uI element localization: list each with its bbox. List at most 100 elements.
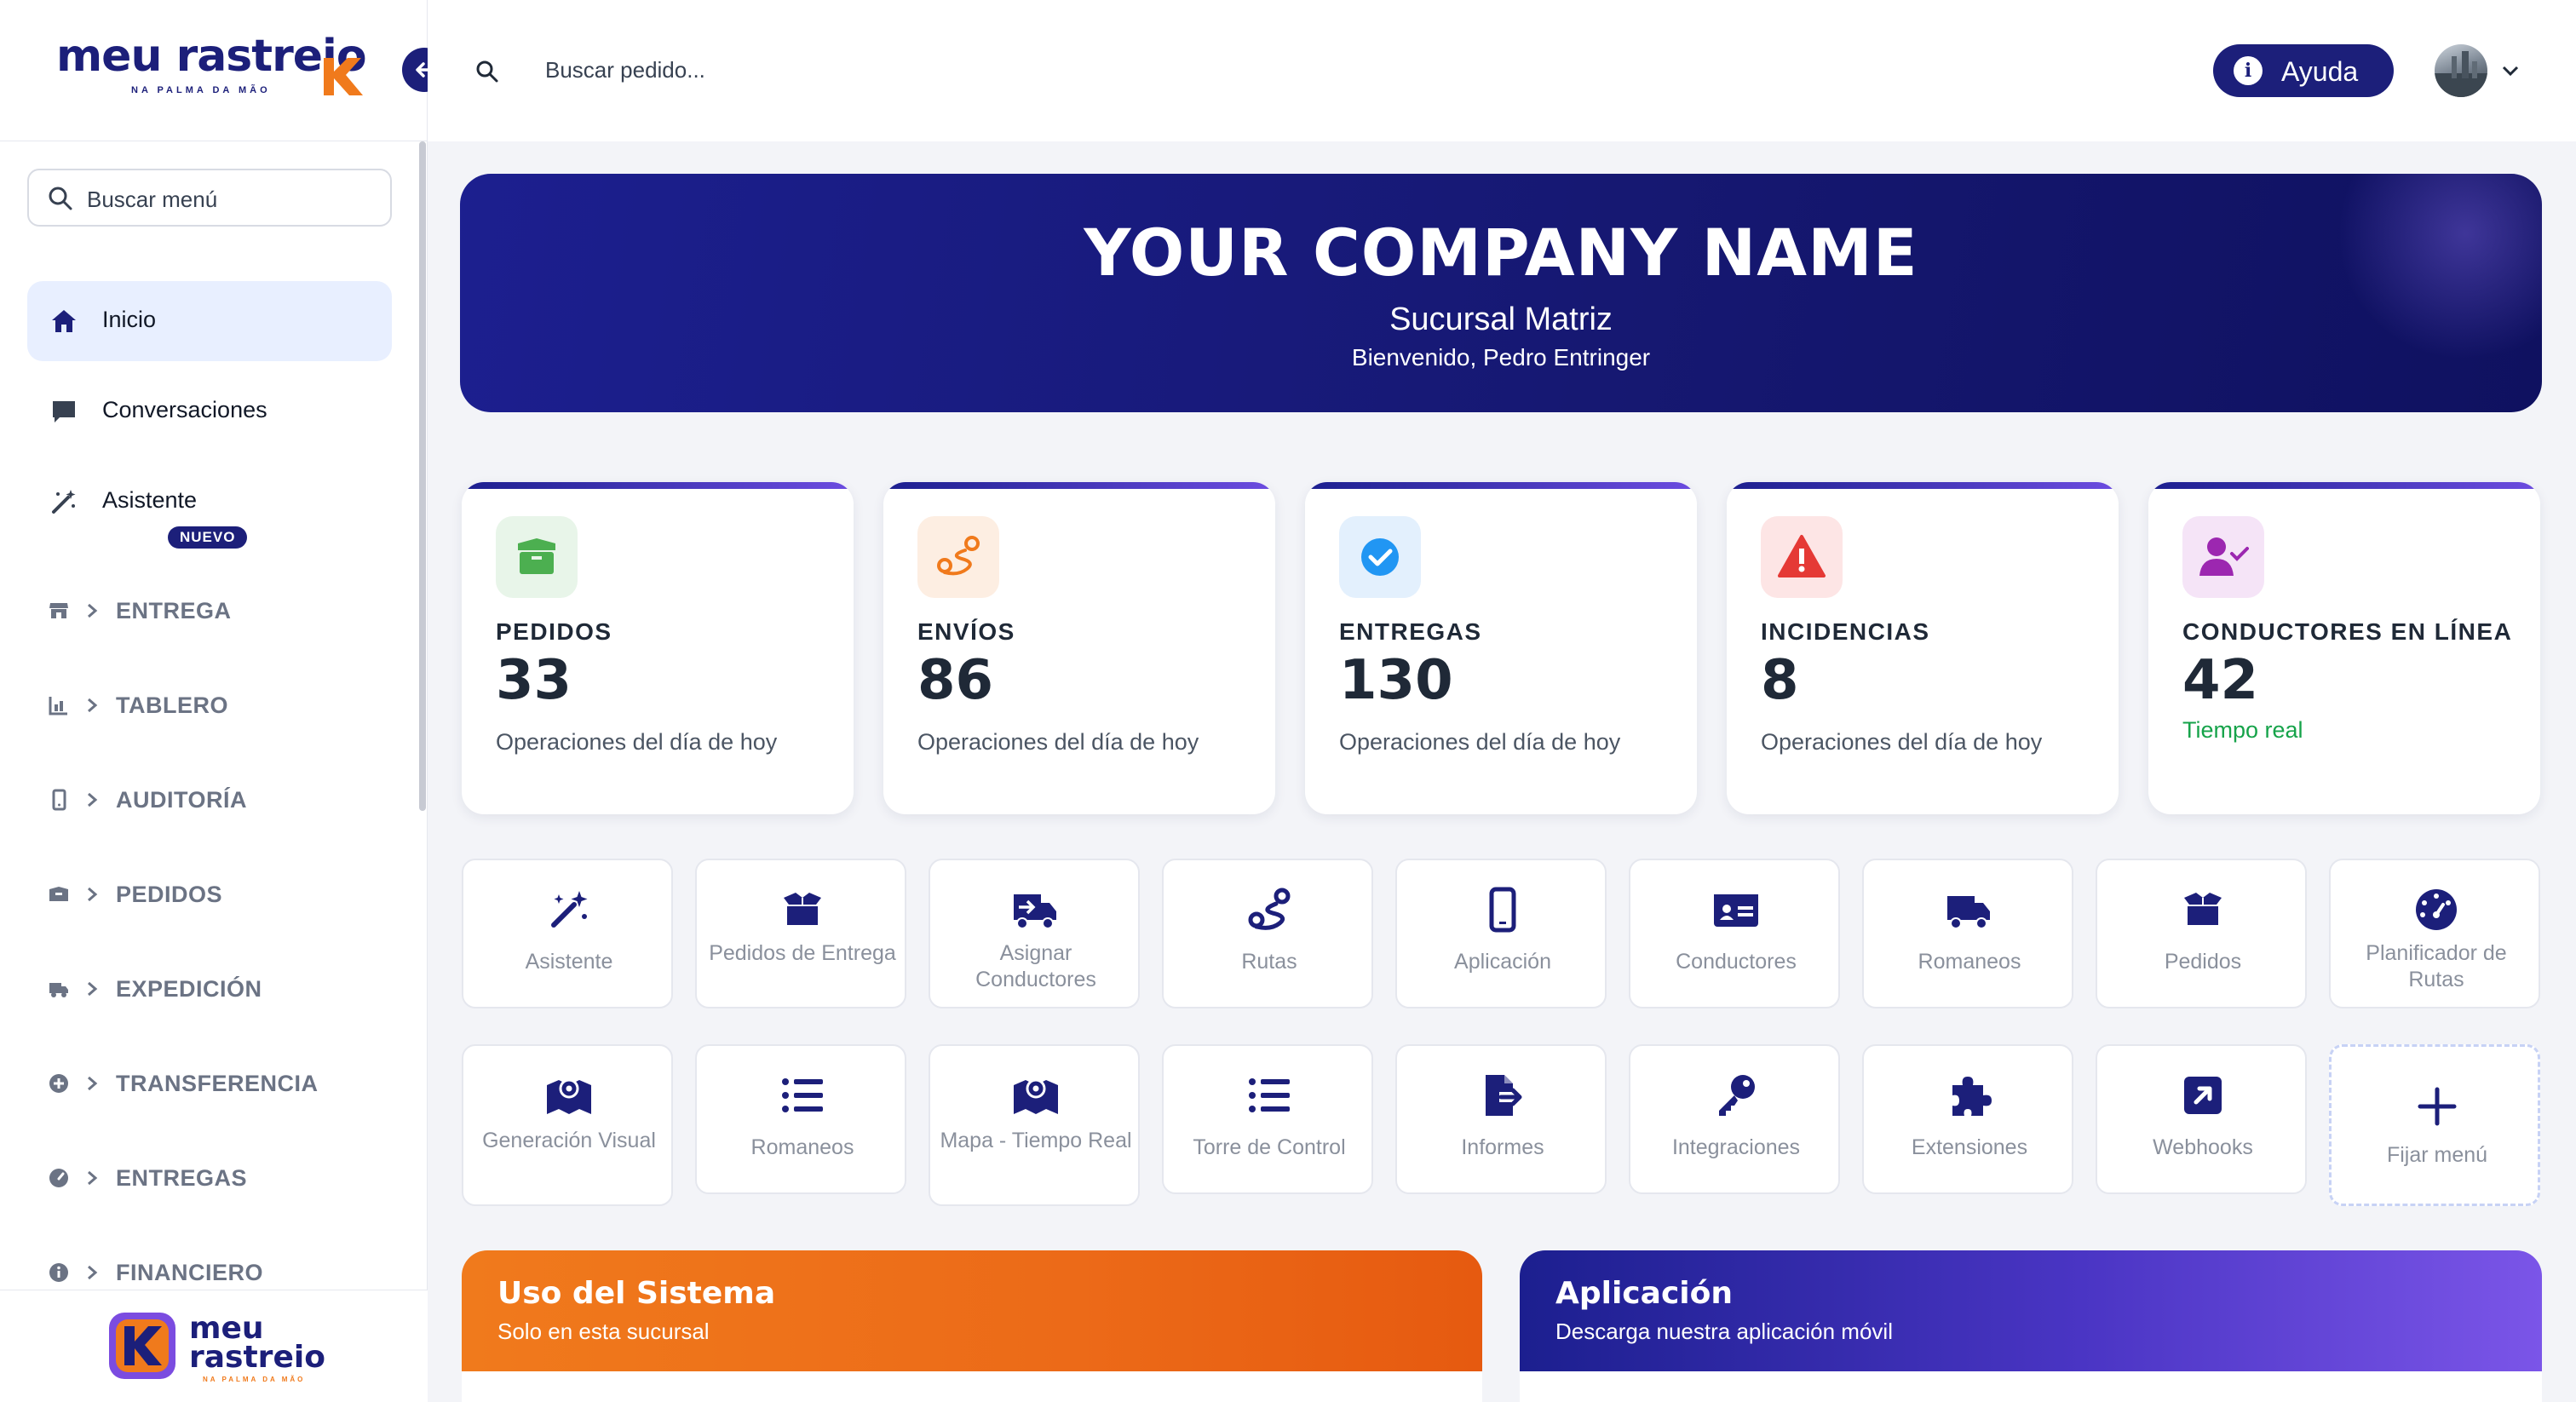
sidebar-section-label: ENTREGA <box>116 598 232 623</box>
chevron-right-icon <box>88 1265 98 1280</box>
shortcut-planificador-rutas[interactable]: Planificador de Rutas <box>2329 859 2540 1008</box>
stat-caption: Operaciones del día de hoy <box>496 729 778 755</box>
branch-name: Sucursal Matriz <box>1389 302 1613 337</box>
order-search-input[interactable] <box>545 51 1056 89</box>
shortcut-label: Informes <box>1461 1135 1544 1159</box>
user-avatar[interactable] <box>2435 44 2487 97</box>
shortcut-mapa-tiempo-real[interactable]: Mapa - Tiempo Real <box>929 1044 1140 1206</box>
shortcut-torre-control[interactable]: Torre de Control <box>1162 1044 1373 1194</box>
new-badge: NUEVO <box>168 526 248 549</box>
map-icon <box>1014 1078 1058 1114</box>
sidebar-section-label: AUDITORÍA <box>116 787 248 813</box>
chevron-right-icon <box>88 603 98 618</box>
menu-search-input[interactable] <box>87 181 377 218</box>
shortcut-label: Mapa - Tiempo Real <box>940 1129 1132 1152</box>
mobile-icon <box>52 789 66 811</box>
search-icon <box>49 187 72 210</box>
stat-card-envios[interactable]: ENVÍOS 86 Operaciones del día de hoy <box>883 482 1275 814</box>
shortcut-pedidos[interactable]: Pedidos <box>2096 859 2307 1008</box>
stat-value: 42 <box>2182 649 2259 712</box>
map-icon <box>547 1078 591 1114</box>
sidebar-section-auditoria[interactable]: AUDITORÍA <box>41 775 390 826</box>
shortcut-label: Asistente <box>525 950 613 974</box>
shortcut-label: Fijar menú <box>2386 1143 2488 1167</box>
app-download-panel: Aplicación Descarga nuestra aplicación m… <box>1520 1250 2542 1402</box>
search-icon <box>476 60 498 83</box>
sidebar-section-entregas[interactable]: ENTREGAS <box>41 1153 390 1204</box>
footer-tagline: NA PALMA DA MÃO <box>203 1376 306 1383</box>
chevron-right-icon <box>88 698 98 713</box>
chart-icon <box>49 697 67 715</box>
sidebar-section-label: TRANSFERENCIA <box>116 1071 319 1096</box>
stat-card-conductores[interactable]: CONDUCTORES EN LÍNEA 42 Tiempo real <box>2148 482 2540 814</box>
shortcut-label: Asignar Conductores <box>975 941 1096 991</box>
sidebar-section-label: ENTREGAS <box>116 1165 248 1191</box>
shortcut-romaneos[interactable]: Romaneos <box>1862 859 2073 1008</box>
open-box-icon <box>2184 893 2222 925</box>
shortcut-rutas[interactable]: Rutas <box>1162 859 1373 1008</box>
sidebar-section-expedicion[interactable]: EXPEDICIÓN <box>41 964 390 1015</box>
magic-wand-icon <box>551 891 588 928</box>
panel-title: Aplicación <box>1555 1276 1733 1311</box>
truck-icon <box>49 983 68 997</box>
panel-title: Uso del Sistema <box>497 1276 776 1311</box>
sidebar-section-label: TABLERO <box>116 692 228 718</box>
warning-icon <box>1778 535 1826 577</box>
stat-value: 86 <box>917 649 994 712</box>
shortcut-asistente[interactable]: Asistente <box>462 859 673 1008</box>
sidebar-scrollbar[interactable] <box>419 141 426 811</box>
chevron-right-icon <box>88 981 98 997</box>
chevron-right-icon <box>88 887 98 902</box>
route-icon <box>1248 888 1291 930</box>
stat-icon-box <box>2182 516 2264 598</box>
stat-card-incidencias[interactable]: INCIDENCIAS 8 Operaciones del día de hoy <box>1727 482 2119 814</box>
sidebar-item-conversaciones[interactable]: Conversaciones <box>27 371 392 451</box>
sidebar-item-inicio[interactable]: Inicio <box>27 281 392 361</box>
shortcut-webhooks[interactable]: Webhooks <box>2096 1044 2307 1194</box>
shortcut-label: Romaneos <box>750 1135 854 1159</box>
menu-search-box[interactable] <box>27 169 392 227</box>
chevron-right-icon <box>88 792 98 807</box>
check-circle-icon <box>1361 538 1399 576</box>
shortcut-conductores[interactable]: Conductores <box>1629 859 1840 1008</box>
sidebar-item-label: Inicio <box>102 307 157 332</box>
shortcut-generacion-visual[interactable]: Generación Visual <box>462 1044 673 1206</box>
sidebar-section-pedidos[interactable]: PEDIDOS <box>41 870 390 921</box>
sidebar-item-asistente[interactable]: Asistente NUEVO <box>27 462 392 549</box>
sidebar-section-entrega[interactable]: ENTREGA <box>41 586 390 637</box>
truck-icon <box>1947 896 1990 929</box>
shortcut-romaneos-lista[interactable]: Romaneos <box>695 1044 906 1194</box>
shortcut-pedidos-entrega[interactable]: Pedidos de Entrega <box>695 859 906 1008</box>
pin-menu-button[interactable]: Fijar menú <box>2329 1044 2540 1206</box>
shortcut-integraciones[interactable]: Integraciones <box>1629 1044 1840 1194</box>
stat-label: ENVÍOS <box>917 618 1015 645</box>
stat-label: CONDUCTORES EN LÍNEA <box>2182 618 2513 645</box>
stat-icon-box <box>1761 516 1843 598</box>
shortcut-asignar-conductores[interactable]: Asignar Conductores <box>929 859 1140 1008</box>
stat-card-pedidos[interactable]: PEDIDOS 33 Operaciones del día de hoy <box>462 482 854 814</box>
list-icon <box>782 1078 823 1112</box>
file-export-icon <box>1486 1075 1522 1116</box>
sidebar-section-label: EXPEDICIÓN <box>116 976 262 1002</box>
sidebar-section-tablero[interactable]: TABLERO <box>41 681 390 732</box>
stat-caption: Tiempo real <box>2182 717 2303 743</box>
shortcut-informes[interactable]: Informes <box>1395 1044 1607 1194</box>
chevron-right-icon <box>88 1076 98 1091</box>
sidebar-item-label: Conversaciones <box>102 397 267 422</box>
shortcut-aplicacion[interactable]: Aplicación <box>1395 859 1607 1008</box>
box-icon <box>49 887 68 901</box>
shortcut-label: Generación Visual <box>482 1129 656 1152</box>
brand-logo[interactable]: meu rastreio NA PALMA DA MÃO <box>0 0 428 141</box>
info-icon: i <box>2234 56 2263 85</box>
shortcut-label: Webhooks <box>2153 1135 2253 1159</box>
stat-value: 8 <box>1761 649 1799 712</box>
footer-wordmark: meu rastreio <box>189 1311 325 1375</box>
stat-card-entregas[interactable]: ENTREGAS 130 Operaciones del día de hoy <box>1305 482 1697 814</box>
chevron-down-icon[interactable] <box>2499 60 2521 82</box>
shortcut-extensiones[interactable]: Extensiones <box>1862 1044 2073 1194</box>
plus-circle-icon <box>49 1074 68 1093</box>
company-banner: YOUR COMPANY NAME Sucursal Matriz Bienve… <box>460 174 2542 412</box>
help-button[interactable]: i Ayuda <box>2213 44 2394 97</box>
stat-icon-box <box>496 516 578 598</box>
sidebar-section-transferencia[interactable]: TRANSFERENCIA <box>41 1059 390 1110</box>
